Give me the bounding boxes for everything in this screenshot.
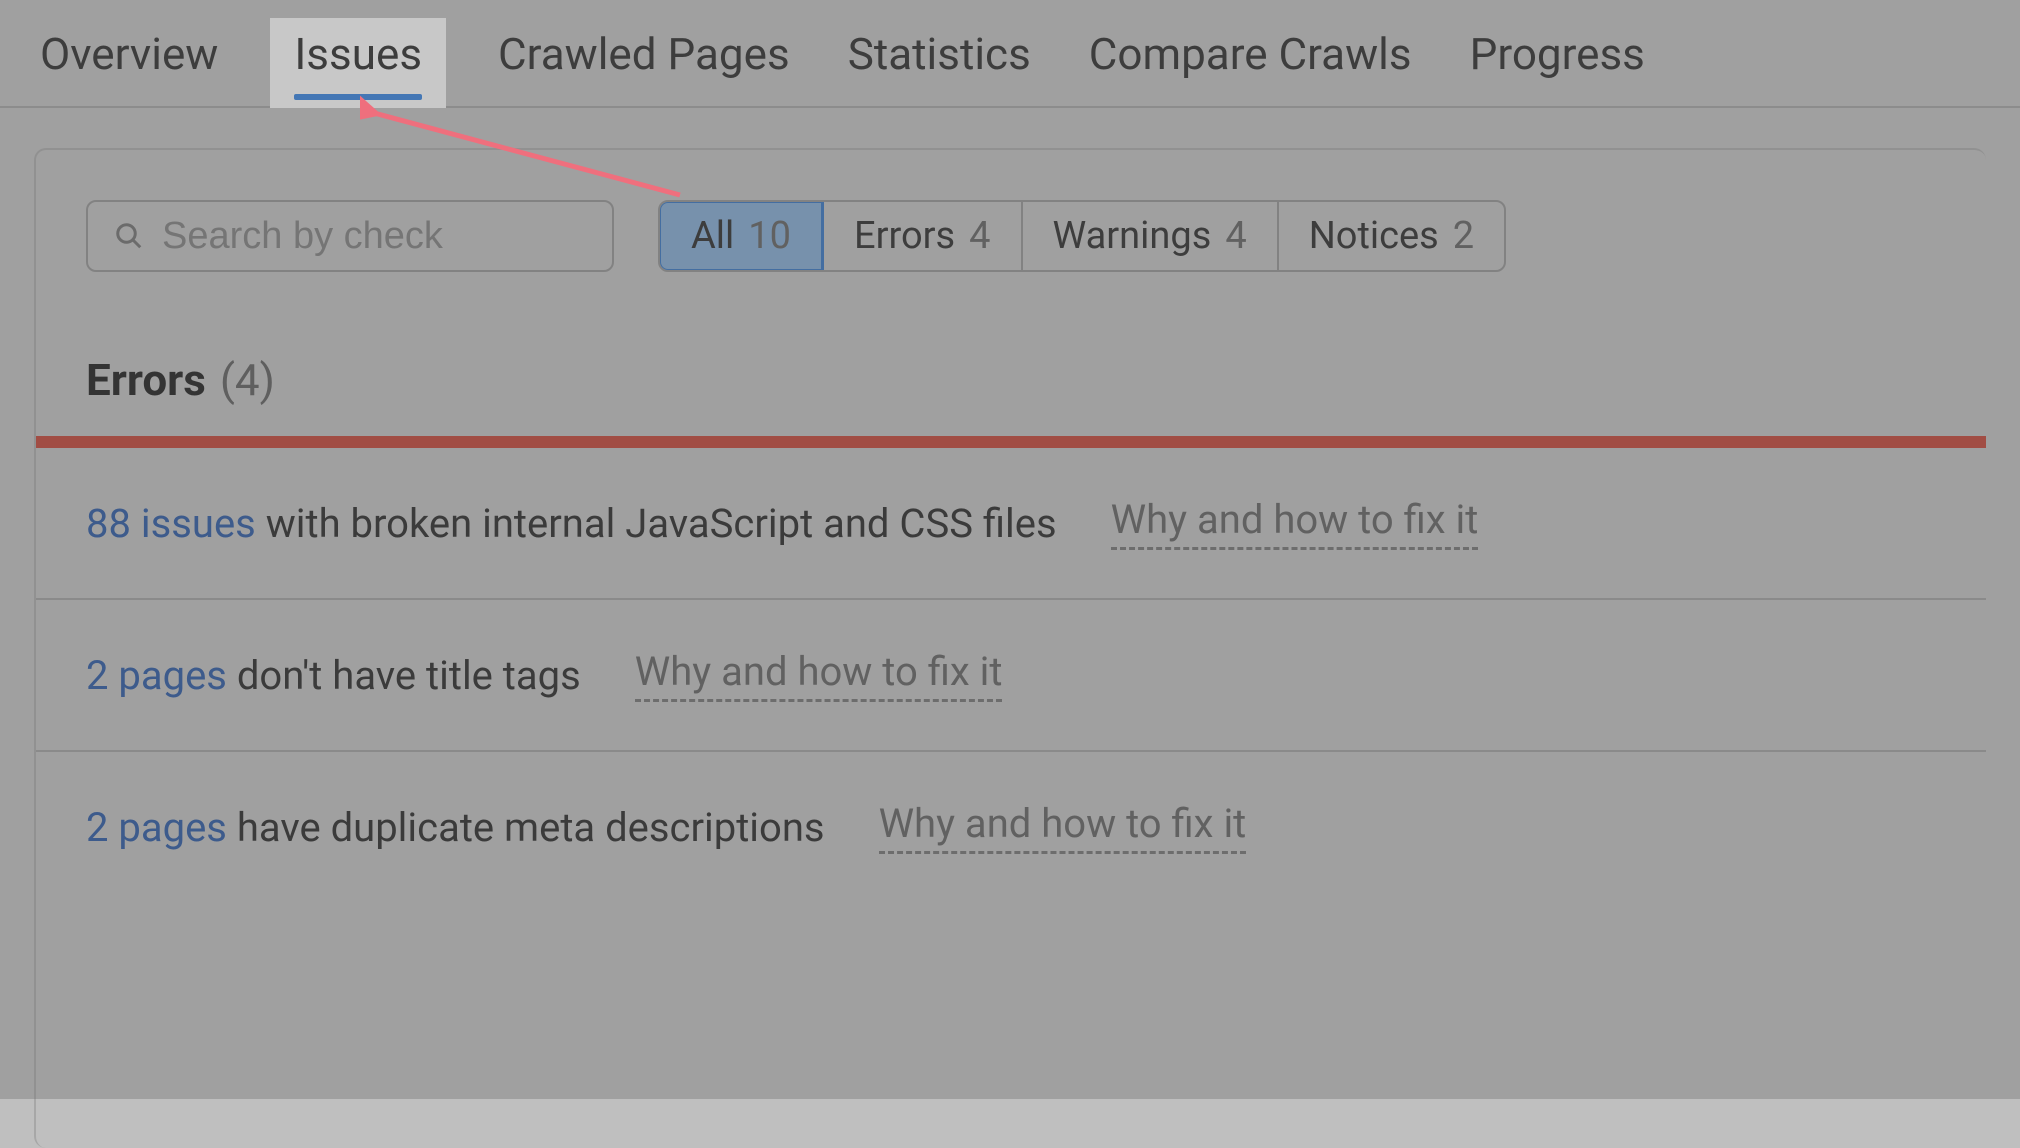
nav-tabs: Overview Issues Crawled Pages Statistics… <box>0 0 2020 108</box>
issue-count-link[interactable]: 2 pages <box>86 804 227 851</box>
issue-row: 2 pages don't have title tags Why and ho… <box>36 600 1986 752</box>
issue-description: with broken internal JavaScript and CSS … <box>256 500 1057 547</box>
tab-crawled-pages[interactable]: Crawled Pages <box>492 18 796 106</box>
fix-link[interactable]: Why and how to fix it <box>635 648 1003 702</box>
filter-all-label: All <box>691 214 734 258</box>
filter-all[interactable]: All 10 <box>658 200 824 272</box>
tab-issues[interactable]: Issues <box>270 18 446 108</box>
issue-description: have duplicate meta descriptions <box>227 804 825 851</box>
search-input-wrapper[interactable] <box>86 200 614 272</box>
section-title: Errors <box>86 354 206 406</box>
errors-divider <box>36 436 1986 448</box>
filter-errors-count: 4 <box>969 214 990 258</box>
section-count: (4) <box>220 354 275 406</box>
search-input[interactable] <box>162 215 586 258</box>
filter-warnings-count: 4 <box>1225 214 1246 258</box>
filter-all-count: 10 <box>748 214 791 258</box>
search-icon <box>114 221 144 251</box>
issue-row: 88 issues with broken internal JavaScrip… <box>36 448 1986 600</box>
tab-overview[interactable]: Overview <box>34 18 224 106</box>
tab-compare-crawls[interactable]: Compare Crawls <box>1083 18 1418 106</box>
filter-notices[interactable]: Notices 2 <box>1279 202 1504 270</box>
filter-segmented-control: All 10 Errors 4 Warnings 4 Notices 2 <box>658 200 1506 272</box>
filter-warnings-label: Warnings <box>1053 214 1212 258</box>
filter-errors-label: Errors <box>854 214 955 258</box>
fix-link[interactable]: Why and how to fix it <box>1111 496 1479 550</box>
tab-progress[interactable]: Progress <box>1464 18 1651 106</box>
filter-notices-count: 2 <box>1453 214 1474 258</box>
issue-count-link[interactable]: 2 pages <box>86 652 227 699</box>
filter-errors[interactable]: Errors 4 <box>824 202 1023 270</box>
filter-warnings[interactable]: Warnings 4 <box>1023 202 1279 270</box>
issue-row: 2 pages have duplicate meta descriptions… <box>36 752 1986 902</box>
issue-count-link[interactable]: 88 issues <box>86 500 256 547</box>
issue-description: don't have title tags <box>227 652 581 699</box>
tab-statistics[interactable]: Statistics <box>842 18 1037 106</box>
section-heading: Errors (4) <box>86 354 1936 406</box>
controls-row: All 10 Errors 4 Warnings 4 Notices 2 <box>86 200 1936 272</box>
content-panel: All 10 Errors 4 Warnings 4 Notices 2 Err… <box>0 108 2020 1148</box>
filter-notices-label: Notices <box>1309 214 1439 258</box>
fix-link[interactable]: Why and how to fix it <box>879 800 1247 854</box>
